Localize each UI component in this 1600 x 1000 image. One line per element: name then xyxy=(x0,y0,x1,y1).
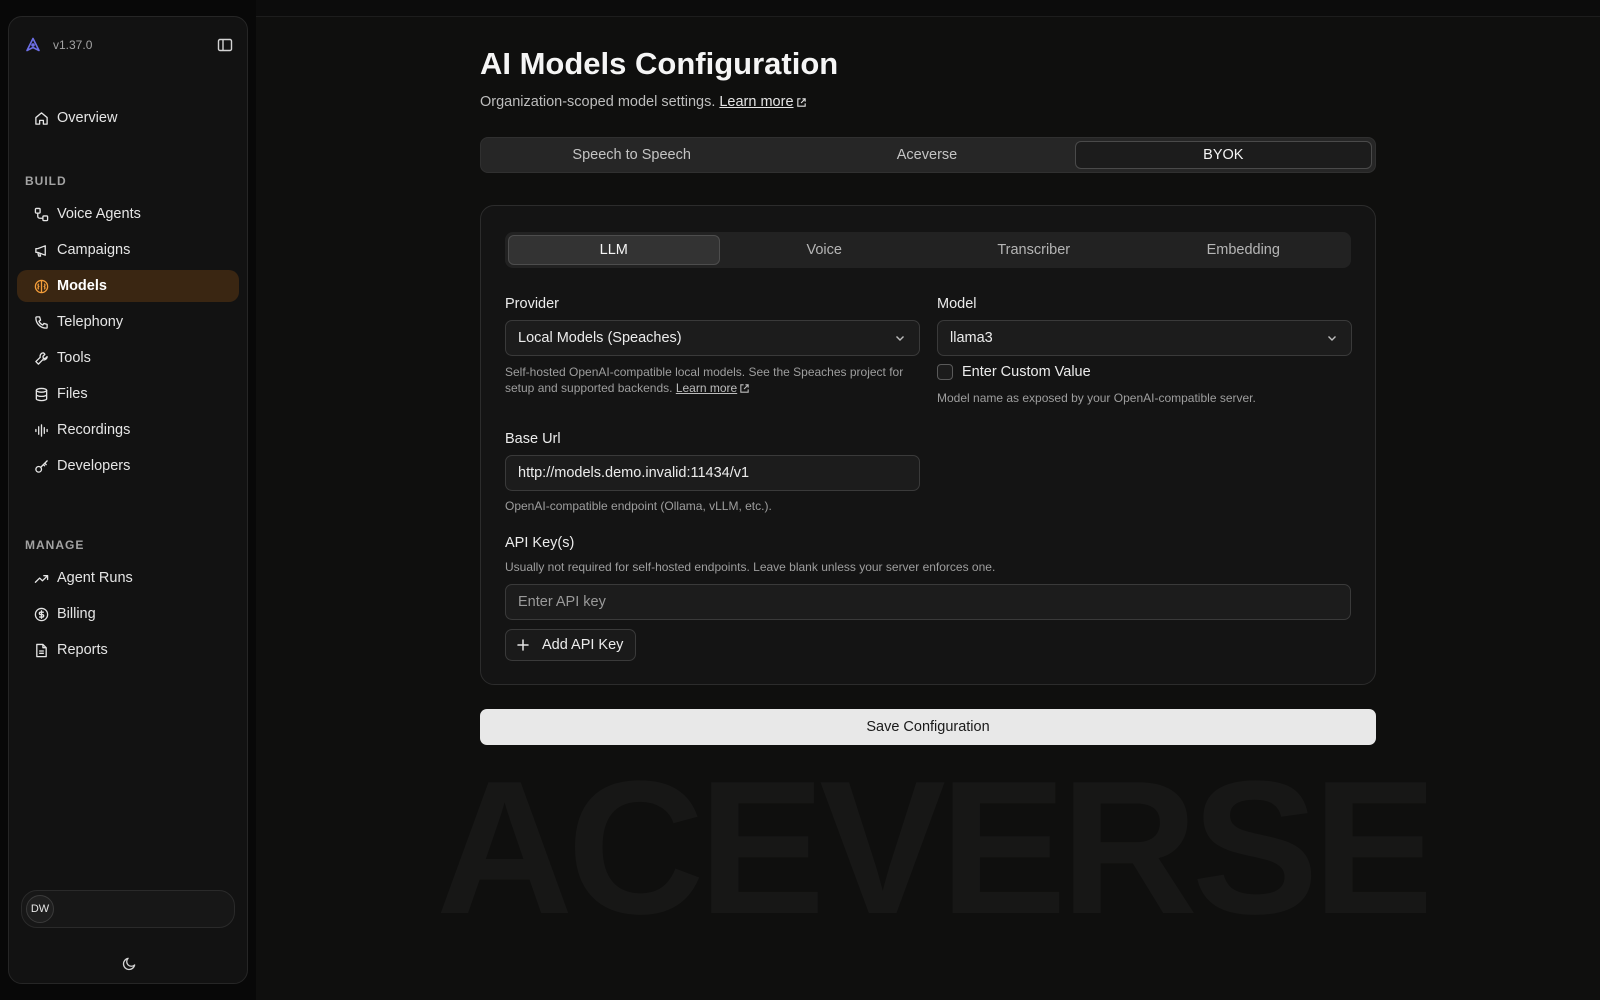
section-label-manage: MANAGE xyxy=(25,538,85,552)
sidebar-item-developers[interactable]: Developers xyxy=(17,450,239,482)
provider-value: Local Models (Speaches) xyxy=(518,330,682,346)
audio-lines-icon xyxy=(33,422,49,438)
add-api-key-button[interactable]: Add API Key xyxy=(505,629,637,661)
model-value: llama3 xyxy=(950,330,993,346)
sidebar-item-campaigns[interactable]: Campaigns xyxy=(17,234,239,266)
moon-icon[interactable] xyxy=(119,953,139,973)
config-card: LLM Voice Transcriber Embedding Provider… xyxy=(480,205,1376,685)
logo-icon xyxy=(25,37,41,53)
tab-transcriber[interactable]: Transcriber xyxy=(929,235,1139,265)
section-label-build: BUILD xyxy=(25,174,67,188)
learn-more-label: Learn more xyxy=(719,94,794,110)
model-label: Model xyxy=(937,296,977,312)
sidebar-item-recordings[interactable]: Recordings xyxy=(17,414,239,446)
tab-aceverse[interactable]: Aceverse xyxy=(779,141,1074,169)
sidebar-item-label: Files xyxy=(57,386,88,402)
mode-tabs: Speech to Speech Aceverse BYOK xyxy=(480,137,1376,173)
provider-select[interactable]: Local Models (Speaches) xyxy=(505,320,920,356)
page-title: AI Models Configuration xyxy=(480,46,839,81)
app-version: v1.37.0 xyxy=(53,38,93,52)
sidebar-item-label: Reports xyxy=(57,642,108,658)
chevron-down-icon xyxy=(1328,336,1336,341)
sidebar-item-agent-runs[interactable]: Agent Runs xyxy=(17,562,239,594)
sidebar-item-label: Recordings xyxy=(57,422,131,438)
sidebar-item-telephony[interactable]: Telephony xyxy=(17,306,239,338)
page-subtitle: Organization-scoped model settings. Lear… xyxy=(480,94,807,110)
sidebar-item-tools[interactable]: Tools xyxy=(17,342,239,374)
sidebar-item-label: Voice Agents xyxy=(57,206,141,222)
page-subtitle-text: Organization-scoped model settings. xyxy=(480,94,716,110)
custom-value-toggle[interactable]: Enter Custom Value xyxy=(937,364,1091,380)
home-icon xyxy=(33,110,49,126)
tab-llm[interactable]: LLM xyxy=(508,235,720,265)
sidebar-toggle-icon[interactable] xyxy=(217,37,233,53)
custom-value-checkbox[interactable] xyxy=(937,364,953,380)
tab-speech-to-speech[interactable]: Speech to Speech xyxy=(484,141,779,169)
provider-learn-more-label: Learn more xyxy=(675,381,738,395)
sidebar-item-reports[interactable]: Reports xyxy=(17,634,239,666)
sidebar-item-label: Billing xyxy=(57,606,96,622)
provider-help: Self-hosted OpenAI-compatible local mode… xyxy=(505,364,920,396)
chevron-down-icon xyxy=(896,336,904,341)
workflow-icon xyxy=(33,206,49,222)
user-menu[interactable]: DW xyxy=(21,890,235,928)
api-key-input[interactable]: Enter API key xyxy=(505,584,1351,620)
sidebar-item-label: Developers xyxy=(57,458,131,474)
tab-embedding[interactable]: Embedding xyxy=(1139,235,1349,265)
external-link-icon xyxy=(740,383,749,393)
sidebar-item-label: Overview xyxy=(57,110,118,126)
tab-byok[interactable]: BYOK xyxy=(1074,141,1372,169)
megaphone-icon xyxy=(33,242,49,258)
sidebar-header: v1.37.0 xyxy=(25,35,233,55)
brain-icon xyxy=(33,278,49,294)
custom-value-label: Enter Custom Value xyxy=(962,364,1091,380)
base-url-help: OpenAI-compatible endpoint (Ollama, vLLM… xyxy=(505,499,772,513)
sidebar-item-files[interactable]: Files xyxy=(17,378,239,410)
sidebar-item-label: Campaigns xyxy=(57,242,131,258)
sidebar-item-label: Tools xyxy=(57,350,91,366)
plus-icon xyxy=(517,639,529,651)
base-url-label: Base Url xyxy=(505,431,561,447)
wrench-icon xyxy=(33,350,49,366)
api-keys-label: API Key(s) xyxy=(505,535,575,551)
brand-watermark: ACEVERSE xyxy=(436,758,1426,938)
save-configuration-button[interactable]: Save Configuration xyxy=(480,709,1376,745)
sidebar-item-label: Telephony xyxy=(57,314,124,330)
model-select[interactable]: llama3 xyxy=(937,320,1352,356)
external-link-icon xyxy=(796,97,806,107)
sidebar-item-models[interactable]: Models xyxy=(17,270,239,302)
sidebar-item-overview[interactable]: Overview xyxy=(17,102,239,134)
dollar-circle-icon xyxy=(33,606,49,622)
base-url-input[interactable]: http://models.demo.invalid:11434/v1 xyxy=(505,455,920,491)
database-icon xyxy=(33,386,49,402)
sidebar-item-billing[interactable]: Billing xyxy=(17,598,239,630)
sidebar: v1.37.0 Overview BUILD Voice Agents Camp… xyxy=(8,16,248,984)
sidebar-item-voice-agents[interactable]: Voice Agents xyxy=(17,198,239,230)
provider-label: Provider xyxy=(505,296,559,312)
key-icon xyxy=(33,458,49,474)
file-text-icon xyxy=(33,642,49,658)
tab-voice[interactable]: Voice xyxy=(720,235,930,265)
provider-learn-more-link[interactable]: Learn more xyxy=(676,380,750,396)
trend-icon xyxy=(33,570,49,586)
api-keys-help: Usually not required for self-hosted end… xyxy=(505,560,996,574)
add-api-key-label: Add API Key xyxy=(542,637,624,653)
sidebar-item-label: Agent Runs xyxy=(57,570,133,586)
model-help: Model name as exposed by your OpenAI-com… xyxy=(937,391,1256,405)
avatar: DW xyxy=(26,895,54,923)
sidebar-item-label: Models xyxy=(57,278,107,294)
learn-more-link[interactable]: Learn more xyxy=(719,94,806,110)
phone-icon xyxy=(33,314,49,330)
config-tabs: LLM Voice Transcriber Embedding xyxy=(505,232,1351,268)
